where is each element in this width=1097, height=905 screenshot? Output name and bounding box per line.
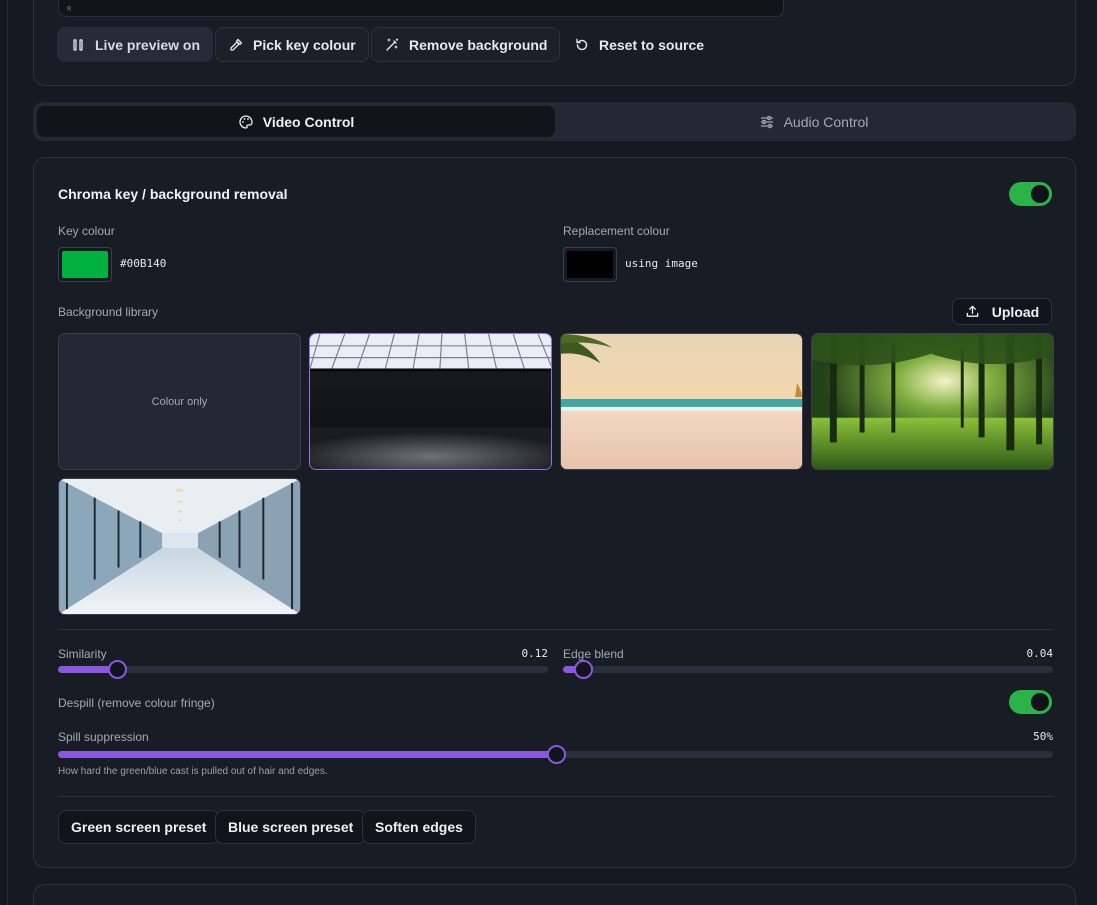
tab-video-control-label: Video Control [262,113,355,130]
office-background-image [59,479,300,614]
beach-background-image [561,334,802,469]
remove-background-button[interactable]: Remove background [371,27,561,62]
forest-background-image [812,334,1053,469]
reset-to-source-button[interactable]: Reset to source [561,27,717,62]
eyedropper-icon [230,38,243,51]
chroma-key-title: Chroma key / background removal [58,186,288,202]
colour-only-label: Colour only [151,395,208,408]
spill-suppression-slider-fill [58,751,556,758]
replacement-colour-swatch[interactable] [563,247,617,282]
upload-icon [966,305,979,317]
spill-suppression-label: Spill suppression [58,730,149,744]
similarity-label: Similarity [58,647,107,661]
key-colour-value: #00B140 [120,257,167,270]
remove-background-label: Remove background [409,36,548,53]
green-screen-preset-button[interactable]: Green screen preset [58,810,220,844]
pick-key-colour-button[interactable]: Pick key colour [215,27,369,62]
similarity-value: 0.12 [521,647,549,660]
tab-audio-control-label: Audio Control [783,113,869,130]
upload-button[interactable]: Upload [952,298,1052,325]
edge-blend-label: Edge blend [563,647,624,661]
live-preview-label: Live preview on [95,36,201,53]
spill-suppression-hint: How hard the green/blue cast is pulled o… [58,766,328,777]
blue-screen-preset-button[interactable]: Blue screen preset [215,810,367,844]
edge-blend-value: 0.04 [1026,647,1054,660]
background-tile-colour-only[interactable]: Colour only [58,333,301,470]
upload-label: Upload [991,303,1040,320]
pause-icon [73,38,83,51]
despill-toggle[interactable] [1009,690,1052,714]
edge-blend-slider-thumb[interactable] [573,660,593,679]
edge-blend-slider[interactable] [563,660,1053,679]
section-divider-1 [58,629,1053,630]
preview-strip: R [58,0,784,17]
replacement-colour-value: using image [625,257,698,270]
spill-suppression-slider-thumb[interactable] [546,745,566,764]
studio-background-image [310,334,551,469]
chroma-key-toggle[interactable] [1009,182,1052,206]
background-tile-studio[interactable] [309,333,552,470]
toggle-knob [1031,185,1049,203]
despill-label: Despill (remove colour fringe) [58,696,215,710]
similarity-slider[interactable] [58,660,548,679]
key-colour-fill [62,251,108,278]
spill-suppression-value: 50% [1033,730,1053,743]
preview-corner-label: R [67,5,72,13]
pick-key-colour-label: Pick key colour [253,36,356,53]
similarity-slider-thumb[interactable] [107,660,127,679]
spill-suppression-slider[interactable] [58,745,1053,764]
soften-edges-button[interactable]: Soften edges [362,810,476,844]
reset-to-source-label: Reset to source [599,36,705,53]
tab-audio-control[interactable]: Audio Control [555,106,1072,137]
tab-video-control[interactable]: Video Control [37,106,555,137]
replacement-colour-fill [567,251,613,278]
magic-wand-icon [386,37,399,51]
reset-icon [576,38,588,50]
control-tabs: Video Control Audio Control [33,102,1076,141]
key-colour-swatch[interactable] [58,247,112,282]
section-divider-2 [58,796,1053,797]
background-tile-beach[interactable] [560,333,803,470]
key-colour-label: Key colour [58,224,115,238]
background-tile-forest[interactable] [811,333,1054,470]
next-card [33,884,1076,905]
background-library-label: Background library [58,305,159,319]
replacement-colour-label: Replacement colour [563,224,670,238]
palette-icon [239,114,253,129]
background-tile-office[interactable] [58,478,301,615]
left-panel-edge [0,0,8,905]
sliders-icon [760,115,773,128]
toggle-knob [1031,693,1049,711]
chroma-key-card: Chroma key / background removal Key colo… [33,157,1076,868]
live-preview-button[interactable]: Live preview on [57,27,214,62]
preview-card: R Live preview on Pick key colour Remove… [33,0,1076,86]
